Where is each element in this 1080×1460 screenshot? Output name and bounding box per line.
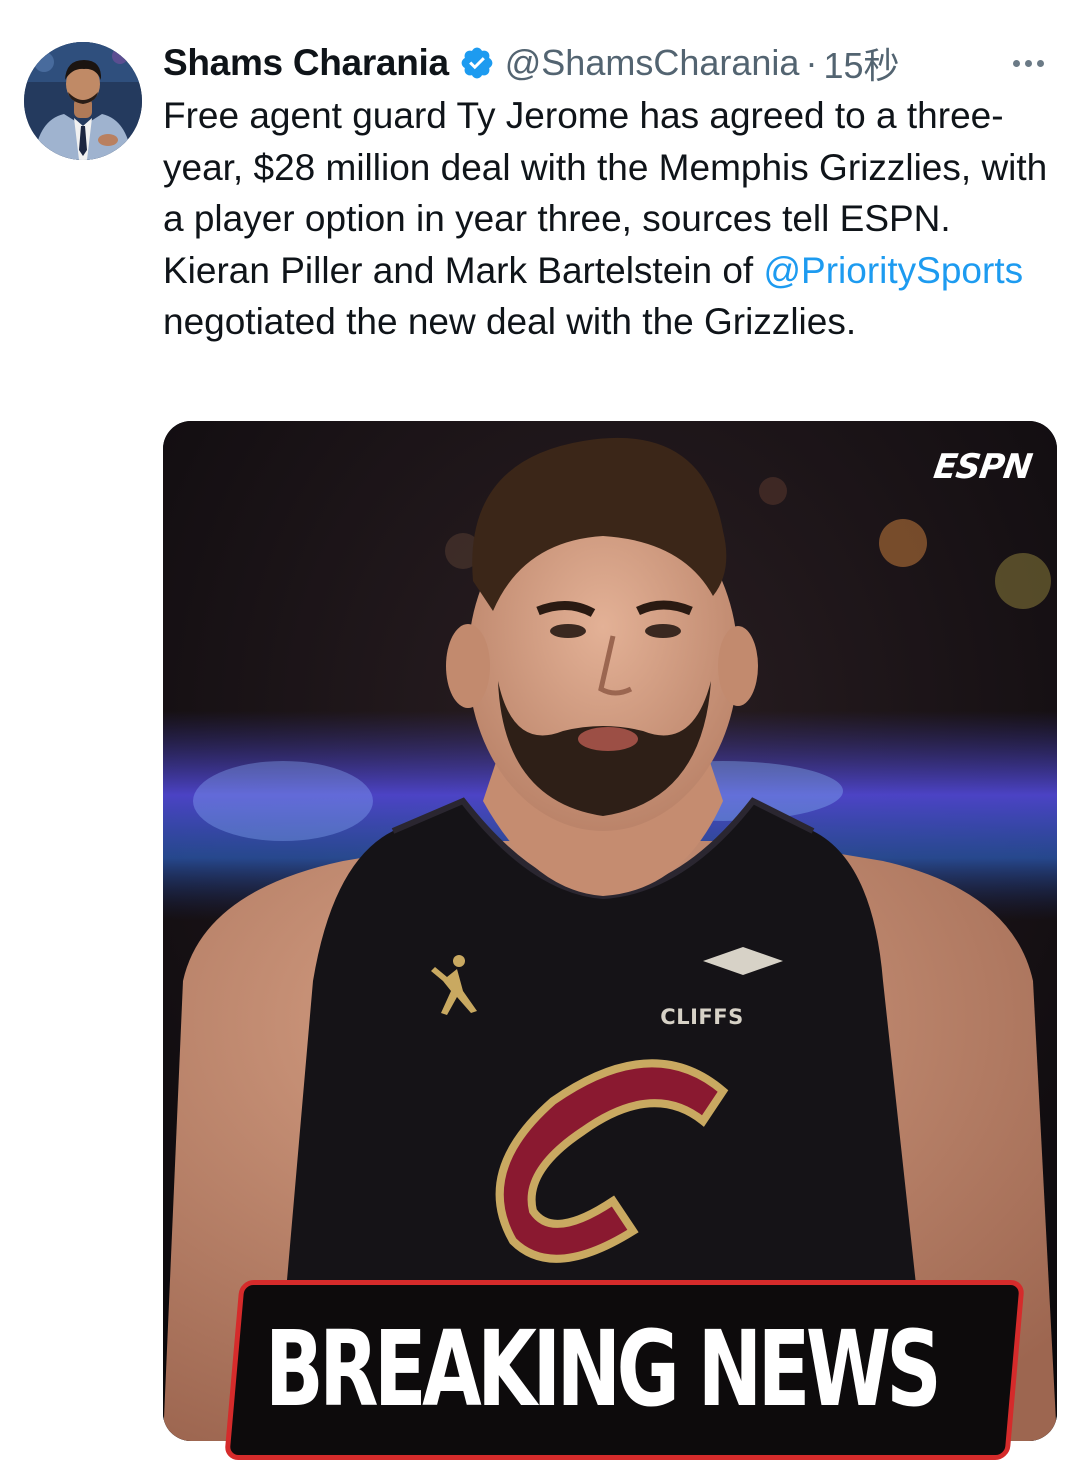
more-dot [1012, 59, 1020, 67]
tweet-text: Free agent guard Ty Jerome has agreed to… [163, 90, 1063, 348]
mention-link[interactable]: @PrioritySports [764, 250, 1024, 291]
author-avatar[interactable] [24, 42, 142, 160]
separator-dot: · [805, 42, 818, 83]
more-dot [1024, 59, 1032, 67]
more-dot [1036, 59, 1044, 67]
verified-badge-icon [461, 47, 493, 79]
tweet-header: Shams Charania @ShamsCharania · 15秒 [163, 38, 1058, 88]
author-handle[interactable]: @ShamsCharania [505, 42, 800, 84]
tweet-card[interactable]: Shams Charania @ShamsCharania · 15秒 Free… [0, 0, 1080, 1460]
breaking-news-text: BREAKING NEWS [265, 1308, 942, 1430]
more-horizontal-icon[interactable] [998, 38, 1058, 88]
tweet-timestamp[interactable]: 15秒 [823, 37, 899, 89]
jersey-sponsor-text: CLIFFS [660, 1005, 744, 1029]
avatar-portrait [24, 42, 142, 160]
author-display-name[interactable]: Shams Charania [163, 42, 449, 84]
espn-logo: ESPN [931, 447, 1034, 487]
tweet-text-part: negotiated the new deal with the Grizzli… [163, 301, 857, 342]
